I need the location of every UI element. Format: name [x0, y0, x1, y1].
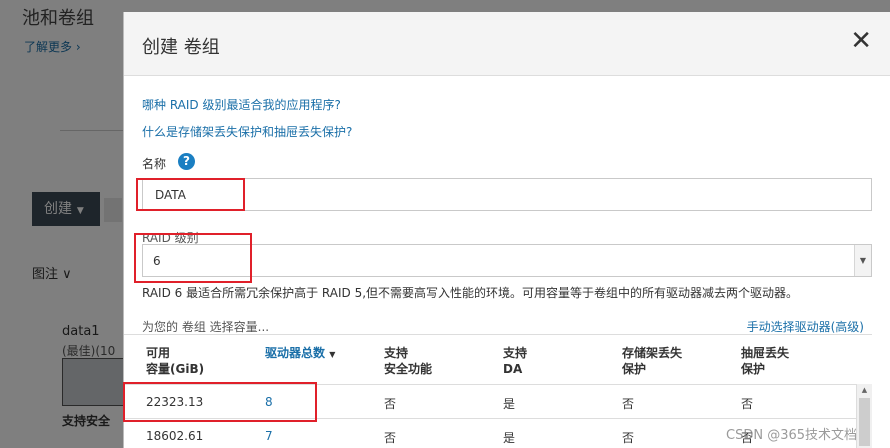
create-volume-group-dialog: 创建 卷组 ✕ 哪种 RAID 级别最适合我的应用程序? 什么是存储架丢失保护和… — [123, 12, 890, 448]
raid-level-select[interactable]: 6 ▼ — [142, 244, 872, 277]
dialog-title: 创建 卷组 — [142, 37, 220, 58]
dropdown-arrow-icon[interactable]: ▼ — [854, 245, 871, 276]
header-da[interactable]: 支持 DA — [503, 345, 527, 377]
choose-capacity-caption: 为您的 卷组 选择容量... — [142, 320, 270, 334]
header-shelf-loss-line1: 存储架丢失 — [622, 346, 683, 360]
header-drawer-loss[interactable]: 抽屉丢失 保护 — [741, 345, 789, 377]
manual-select-drives-link[interactable]: 手动选择驱动器(高级) — [747, 318, 864, 335]
header-secure[interactable]: 支持 安全功能 — [384, 345, 432, 377]
header-capacity-line2: 容量(GiB) — [146, 362, 205, 376]
header-capacity-line1: 可用 — [146, 346, 171, 360]
header-drawer-loss-line2: 保护 — [741, 362, 766, 376]
table-row[interactable]: 22323.13 8 否 是 否 否 — [124, 384, 856, 418]
cell-drives-link[interactable]: 8 — [265, 395, 273, 409]
cell-shelf-loss: 否 — [622, 431, 635, 445]
cell-da: 是 — [503, 397, 516, 411]
cell-secure: 否 — [384, 431, 397, 445]
header-shelf-loss[interactable]: 存储架丢失 保护 — [622, 345, 682, 377]
cell-drawer-loss: 否 — [741, 397, 754, 411]
header-shelf-loss-line2: 保护 — [622, 362, 647, 376]
header-secure-line2: 安全功能 — [384, 362, 433, 376]
header-da-line1: 支持 — [503, 346, 528, 360]
name-input[interactable] — [142, 178, 872, 211]
cell-da: 是 — [503, 431, 516, 445]
watermark: CSDN @365技术文档 — [726, 428, 858, 443]
raid-level-help-link[interactable]: 哪种 RAID 级别最适合我的应用程序? — [142, 96, 341, 113]
cell-shelf-loss: 否 — [622, 397, 635, 411]
scroll-thumb[interactable] — [859, 398, 870, 446]
header-total-drives-label: 驱动器总数 — [265, 346, 326, 360]
raid-level-value: 6 — [153, 254, 161, 268]
dialog-header: 创建 卷组 ✕ — [124, 12, 890, 76]
loss-protection-help-link[interactable]: 什么是存储架丢失保护和抽屉丢失保护? — [142, 123, 352, 140]
help-icon[interactable]: ? — [178, 153, 195, 170]
cell-capacity: 18602.61 — [146, 429, 204, 443]
scroll-up-arrow-icon[interactable]: ▲ — [857, 384, 872, 396]
close-icon[interactable]: ✕ — [850, 27, 872, 55]
header-secure-line1: 支持 — [384, 346, 409, 360]
name-label: 名称 — [142, 157, 167, 171]
header-drawer-loss-line1: 抽屉丢失 — [741, 346, 790, 360]
raid-description: RAID 6 最适合所需冗余保护高于 RAID 5,但不需要高写入性能的环境。可… — [142, 286, 799, 300]
header-da-line2: DA — [503, 362, 523, 376]
header-capacity[interactable]: 可用 容量(GiB) — [146, 345, 204, 377]
header-total-drives[interactable]: 驱动器总数 ▼ — [265, 345, 335, 363]
table-scrollbar[interactable]: ▲ — [856, 384, 872, 448]
cell-secure: 否 — [384, 397, 397, 411]
cell-capacity: 22323.13 — [146, 395, 204, 409]
sort-desc-icon: ▼ — [329, 350, 336, 359]
cell-drives-link[interactable]: 7 — [265, 429, 273, 443]
